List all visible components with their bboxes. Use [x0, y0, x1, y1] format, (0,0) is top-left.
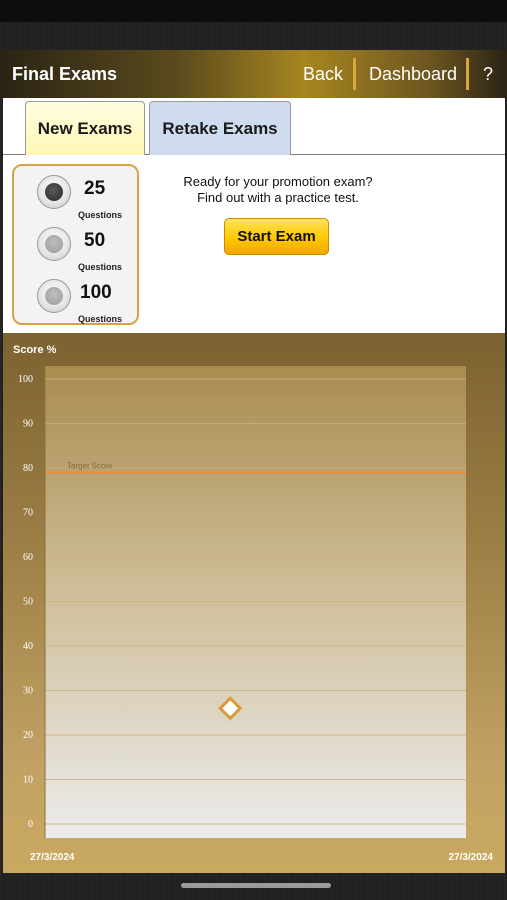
y-tick-label: 40 [23, 641, 33, 652]
question-count-selector: 25 Questions 50 Questions 100 Questions [12, 164, 139, 325]
score-chart: Score % 100 90 80 70 60 50 40 30 20 10 0 Target Scor… [3, 333, 505, 873]
question-count: 25 [84, 178, 106, 199]
y-tick-label: 50 [23, 597, 33, 608]
header-divider [466, 58, 469, 90]
y-tick-label: 70 [23, 508, 33, 519]
question-option-50[interactable]: 50 Questions [14, 222, 137, 274]
promo-text: Ready for your promotion exam? Find out … [158, 174, 398, 206]
y-tick-label: 0 [28, 819, 33, 830]
home-indicator[interactable] [181, 883, 331, 888]
question-label: Questions [77, 262, 122, 272]
y-tick-label: 10 [23, 775, 33, 786]
question-option-25[interactable]: 25 Questions [14, 170, 137, 222]
question-option-100[interactable]: 100 Questions [14, 274, 137, 326]
app-header: Final Exams Back Dashboard ? [0, 50, 507, 98]
radio-button[interactable] [37, 227, 71, 261]
y-tick-label: 60 [23, 552, 33, 563]
x-end-label: 27/3/2024 [449, 852, 494, 863]
exam-options-panel: 25 Questions 50 Questions 100 Questions … [3, 155, 505, 333]
promo-line-2: Find out with a practice test. [197, 190, 359, 205]
radio-dot-icon [45, 287, 63, 305]
score-chart-svg: Score %1009080706050403020100Target Scor… [13, 344, 494, 863]
y-tick-label: 80 [23, 463, 33, 474]
x-start-label: 27/3/2024 [30, 852, 75, 863]
question-label: Questions [77, 210, 122, 220]
tab-retake-exams[interactable]: Retake Exams [149, 101, 291, 155]
radio-dot-icon [45, 183, 63, 201]
tab-bar: New Exams Retake Exams [3, 98, 505, 156]
dashboard-button[interactable]: Dashboard [369, 64, 457, 85]
question-count: 50 [84, 230, 106, 251]
target-score-label: Target Score [67, 461, 113, 470]
radio-button-selected[interactable] [37, 175, 71, 209]
question-count: 100 [80, 282, 112, 303]
start-exam-button[interactable]: Start Exam [224, 218, 329, 255]
status-bar [0, 0, 507, 22]
radio-button[interactable] [37, 279, 71, 313]
y-tick-label: 90 [23, 419, 33, 430]
promo-line-1: Ready for your promotion exam? [183, 174, 373, 189]
page-title: Final Exams [12, 64, 118, 84]
tab-new-exams[interactable]: New Exams [25, 101, 145, 156]
help-button[interactable]: ? [483, 64, 493, 85]
y-tick-label: 100 [18, 374, 33, 385]
back-button[interactable]: Back [303, 64, 343, 85]
y-tick-label: 30 [23, 686, 33, 697]
question-label: Questions [77, 314, 122, 324]
header-divider [353, 58, 356, 90]
radio-dot-icon [45, 235, 63, 253]
y-tick-label: 20 [23, 730, 33, 741]
y-axis-label: Score % [13, 344, 57, 356]
